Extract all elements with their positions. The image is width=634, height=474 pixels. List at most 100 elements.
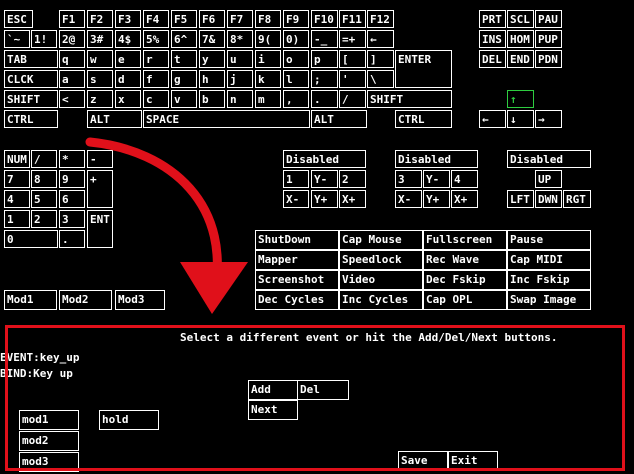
key-v[interactable]: v	[171, 90, 197, 108]
keypad-0[interactable]: 0	[4, 230, 58, 248]
key-tab[interactable]: TAB	[4, 50, 58, 68]
key-o[interactable]: o	[283, 50, 309, 68]
key-left-alt[interactable]: ALT	[87, 110, 142, 128]
key-3[interactable]: 3#	[87, 30, 113, 48]
joystick1-button2[interactable]: 2	[339, 170, 366, 188]
key-arrow-left[interactable]: ←	[479, 110, 506, 128]
key-j[interactable]: j	[227, 70, 253, 88]
key-f8[interactable]: F8	[255, 10, 281, 28]
key-caps-lock[interactable]: CLCK	[4, 70, 58, 88]
key-minus[interactable]: -_	[311, 30, 338, 48]
key-f[interactable]: f	[143, 70, 169, 88]
key-d[interactable]: d	[115, 70, 141, 88]
key-k[interactable]: k	[255, 70, 281, 88]
keypad-8[interactable]: 8	[31, 170, 57, 188]
key-f12[interactable]: F12	[367, 10, 394, 28]
action-screenshot[interactable]: Screenshot	[255, 270, 339, 290]
mod3-checkbox[interactable]: mod3	[19, 452, 79, 472]
key-equal[interactable]: =+	[339, 30, 366, 48]
key-c[interactable]: c	[143, 90, 169, 108]
key-l[interactable]: l	[283, 70, 309, 88]
keypad-9[interactable]: 9	[59, 170, 85, 188]
exit-button[interactable]: Exit	[448, 451, 498, 471]
hat-up[interactable]: UP	[535, 170, 562, 188]
key-right-bracket[interactable]: ]	[367, 50, 394, 68]
key-u[interactable]: u	[227, 50, 253, 68]
action-cap-opl[interactable]: Cap OPL	[423, 290, 507, 310]
key-backspace[interactable]: ←	[367, 30, 394, 48]
key-left-ctrl[interactable]: CTRL	[4, 110, 58, 128]
key-4[interactable]: 4$	[115, 30, 141, 48]
key-del[interactable]: DEL	[479, 50, 506, 68]
key-end[interactable]: END	[507, 50, 534, 68]
joystick2-button3[interactable]: 3	[395, 170, 422, 188]
key-p[interactable]: p	[311, 50, 338, 68]
action-speedlock[interactable]: Speedlock	[339, 250, 423, 270]
key-pup[interactable]: PUP	[535, 30, 562, 48]
key-right-shift[interactable]: SHIFT	[367, 90, 452, 108]
key-prt[interactable]: PRT	[479, 10, 506, 28]
action-shutdown[interactable]: ShutDown	[255, 230, 339, 250]
key-grave[interactable]: `~	[4, 30, 30, 48]
next-button[interactable]: Next	[248, 400, 298, 420]
key-6[interactable]: 6^	[171, 30, 197, 48]
mod1-checkbox[interactable]: mod1	[19, 410, 79, 430]
mod1-button[interactable]: Mod1	[4, 290, 57, 310]
keypad-5[interactable]: 5	[31, 190, 57, 208]
key-g[interactable]: g	[171, 70, 197, 88]
action-rec-wave[interactable]: Rec Wave	[423, 250, 507, 270]
joystick1-y-plus[interactable]: Y+	[311, 190, 338, 208]
key-slash[interactable]: /	[339, 90, 366, 108]
keypad-6[interactable]: 6	[59, 190, 85, 208]
key-less-than[interactable]: <	[59, 90, 85, 108]
keypad-minus[interactable]: -	[87, 150, 113, 168]
key-pdn[interactable]: PDN	[535, 50, 562, 68]
action-inc-cycles[interactable]: Inc Cycles	[339, 290, 423, 310]
joystick1-x-plus[interactable]: X+	[339, 190, 366, 208]
key-ins[interactable]: INS	[479, 30, 506, 48]
key-e[interactable]: e	[115, 50, 141, 68]
key-pau[interactable]: PAU	[535, 10, 562, 28]
del-button[interactable]: Del	[297, 380, 349, 400]
key-f10[interactable]: F10	[311, 10, 338, 28]
mod2-checkbox[interactable]: mod2	[19, 431, 79, 451]
mod2-button[interactable]: Mod2	[59, 290, 112, 310]
keypad-numlock[interactable]: NUM	[4, 150, 30, 168]
action-swap-image[interactable]: Swap Image	[507, 290, 591, 310]
keypad-4[interactable]: 4	[4, 190, 30, 208]
action-mapper[interactable]: Mapper	[255, 250, 339, 270]
key-2[interactable]: 2@	[59, 30, 85, 48]
action-video[interactable]: Video	[339, 270, 423, 290]
joystick2-x-minus[interactable]: X-	[395, 190, 422, 208]
key-esc[interactable]: ESC	[4, 10, 33, 28]
key-r[interactable]: r	[143, 50, 169, 68]
keypad-enter[interactable]: ENT	[87, 210, 113, 248]
action-cap-mouse[interactable]: Cap Mouse	[339, 230, 423, 250]
action-pause[interactable]: Pause	[507, 230, 591, 250]
keypad-divide[interactable]: /	[31, 150, 57, 168]
keypad-plus[interactable]: +	[87, 170, 113, 208]
key-1[interactable]: 1!	[31, 30, 57, 48]
joystick2-x-plus[interactable]: X+	[451, 190, 478, 208]
joystick2-disabled[interactable]: Disabled	[395, 150, 478, 168]
key-arrow-down[interactable]: ↓	[507, 110, 534, 128]
keypad-2[interactable]: 2	[31, 210, 57, 228]
hat-right[interactable]: RGT	[563, 190, 591, 208]
joystick2-y-minus[interactable]: Y-	[423, 170, 450, 188]
key-f5[interactable]: F5	[171, 10, 197, 28]
key-n[interactable]: n	[227, 90, 253, 108]
save-button[interactable]: Save	[398, 451, 448, 471]
joystick2-y-plus[interactable]: Y+	[423, 190, 450, 208]
key-b[interactable]: b	[199, 90, 225, 108]
key-backslash[interactable]: \	[367, 70, 394, 88]
key-a[interactable]: a	[59, 70, 85, 88]
joystick1-disabled[interactable]: Disabled	[283, 150, 366, 168]
key-t[interactable]: t	[171, 50, 197, 68]
key-arrow-right[interactable]: →	[535, 110, 562, 128]
keypad-3[interactable]: 3	[59, 210, 85, 228]
key-quote[interactable]: '	[339, 70, 366, 88]
action-fullscreen[interactable]: Fullscreen	[423, 230, 507, 250]
key-f9[interactable]: F9	[283, 10, 309, 28]
key-i[interactable]: i	[255, 50, 281, 68]
key-w[interactable]: w	[87, 50, 113, 68]
